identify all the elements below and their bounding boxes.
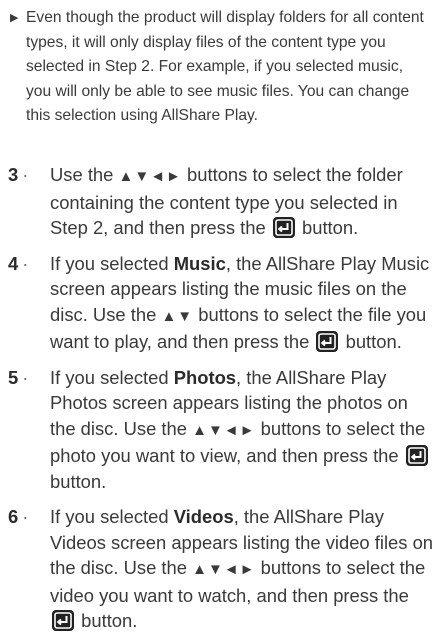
step-number: 5 xyxy=(8,366,19,388)
music-label: Music xyxy=(173,252,226,274)
step-text: If you selected Videos, the AllShare Pla… xyxy=(50,504,438,634)
step-text: If you selected Music, the AllShare Play… xyxy=(50,251,438,355)
step-text: Use the ▲▼◄► buttons to select the folde… xyxy=(50,162,438,241)
step-separator: · xyxy=(22,252,29,274)
manual-page: ▶ Even though the product will display f… xyxy=(0,0,448,634)
note-text: Even though the product will display fol… xyxy=(26,9,424,124)
step-text-part: If you selected xyxy=(50,366,169,388)
step-5: 5 · If you selected Photos, the AllShare … xyxy=(8,365,438,495)
enter-button-icon xyxy=(405,445,428,466)
step-separator: · xyxy=(22,366,29,388)
arrow-buttons-icon: ▲▼◄► xyxy=(192,421,256,439)
enter-button-icon xyxy=(52,610,74,631)
step-number: 6 xyxy=(8,506,19,527)
step-list: 3 · Use the ▲▼◄► buttons to select the fo… xyxy=(8,162,438,644)
arrow-buttons-icon: ▲▼ xyxy=(161,307,194,325)
note-bullet: ▶ Even though the product will display f… xyxy=(8,6,428,129)
step-text-part: button. xyxy=(50,470,107,492)
right-triangle-bullet-icon: ▶ xyxy=(10,12,19,24)
photos-label: Photos xyxy=(173,366,237,388)
step-text-part: button. xyxy=(345,331,402,352)
step-number: 4 xyxy=(8,252,19,274)
step-separator: · xyxy=(22,164,29,185)
enter-button-icon xyxy=(316,331,339,352)
videos-label: Videos xyxy=(173,506,234,527)
arrow-buttons-icon: ▲▼◄► xyxy=(192,561,256,578)
step-4: 4 · If you selected Music, the AllShare P… xyxy=(8,251,438,355)
step-text: If you selected Photos, the AllShare Pla… xyxy=(50,365,438,495)
step-separator: · xyxy=(22,506,29,527)
step-text-part: If you selected xyxy=(50,506,169,527)
step-3: 3 · Use the ▲▼◄► buttons to select the fo… xyxy=(8,162,438,241)
enter-button-icon xyxy=(272,217,295,238)
step-text-part: If you selected xyxy=(50,252,169,274)
arrow-buttons-icon: ▲▼◄► xyxy=(118,168,182,185)
step-number: 3 xyxy=(8,164,19,185)
step-text-part: button. xyxy=(81,610,138,631)
step-text-part: button. xyxy=(301,217,359,238)
step-text-part: Use the xyxy=(50,164,114,185)
step-6: 6 · If you selected Videos, the AllShare … xyxy=(8,504,438,634)
